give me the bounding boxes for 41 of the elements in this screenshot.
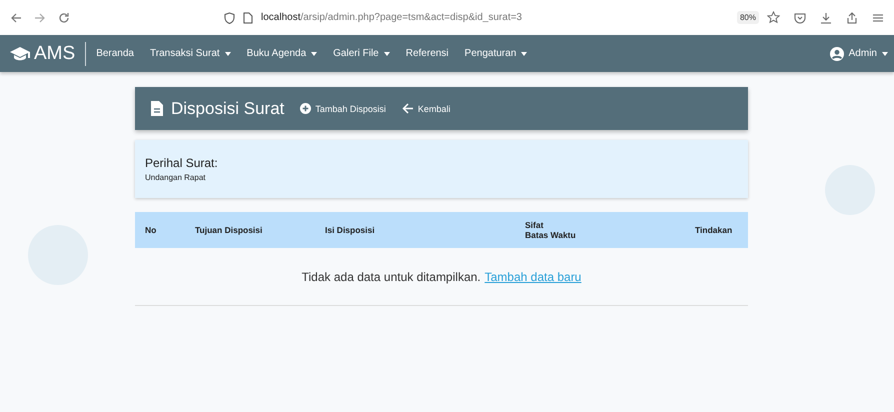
caret-icon <box>521 52 528 56</box>
empty-message: Tidak ada data untuk ditampilkan. <box>302 270 481 284</box>
page-title: Disposisi Surat <box>171 98 284 118</box>
nav-menu-item[interactable]: Galeri File <box>333 48 390 59</box>
column-header: Tindakan <box>695 225 734 235</box>
plus-circle-icon <box>300 103 312 114</box>
nav-menu-item[interactable]: Transaksi Surat <box>150 48 231 59</box>
column-header: No <box>145 225 158 235</box>
subject-label: Perihal Surat: <box>145 156 219 170</box>
back-link[interactable]: Kembali <box>402 103 450 114</box>
document-icon <box>151 101 163 116</box>
caret-icon <box>882 52 888 56</box>
add-disposition-link[interactable]: Tambah Disposisi <box>300 103 386 114</box>
back-arrow-icon[interactable] <box>10 12 22 24</box>
graduation-cap-icon <box>10 46 30 60</box>
brand-link[interactable]: AMS <box>10 42 76 64</box>
nav-menu-item[interactable]: Beranda <box>96 48 134 59</box>
url-text: localhost/arsip/admin.php?page=tsm&act=disp&id_surat=3 <box>261 12 523 23</box>
add-data-link[interactable]: Tambah data baru <box>484 270 582 284</box>
left-arrow-icon <box>402 103 414 114</box>
shield-icon <box>224 12 235 24</box>
user-menu[interactable]: Admin <box>830 46 888 60</box>
nav-menu-item[interactable]: Buku Agenda <box>246 48 318 59</box>
share-icon[interactable] <box>846 12 858 24</box>
column-header: Tujuan Disposisi <box>195 225 264 235</box>
nav-menu-item[interactable]: Pengaturan <box>464 48 528 59</box>
menu-icon[interactable] <box>872 12 884 24</box>
caret-icon <box>384 52 390 56</box>
download-icon[interactable] <box>820 12 832 24</box>
user-avatar-icon <box>830 46 844 60</box>
nav-menu-item[interactable]: Referensi <box>406 48 449 59</box>
reload-icon[interactable] <box>58 12 70 24</box>
star-icon[interactable] <box>767 11 780 24</box>
pocket-icon[interactable] <box>794 12 806 24</box>
caret-icon <box>311 52 318 56</box>
zoom-badge[interactable]: 80% <box>736 11 759 24</box>
column-header: Sifat Batas Waktu <box>525 220 577 240</box>
page-icon <box>243 12 253 24</box>
column-header: Isi Disposisi <box>325 225 376 235</box>
caret-icon <box>224 52 231 56</box>
subject-value: Undangan Rapat <box>145 173 206 182</box>
